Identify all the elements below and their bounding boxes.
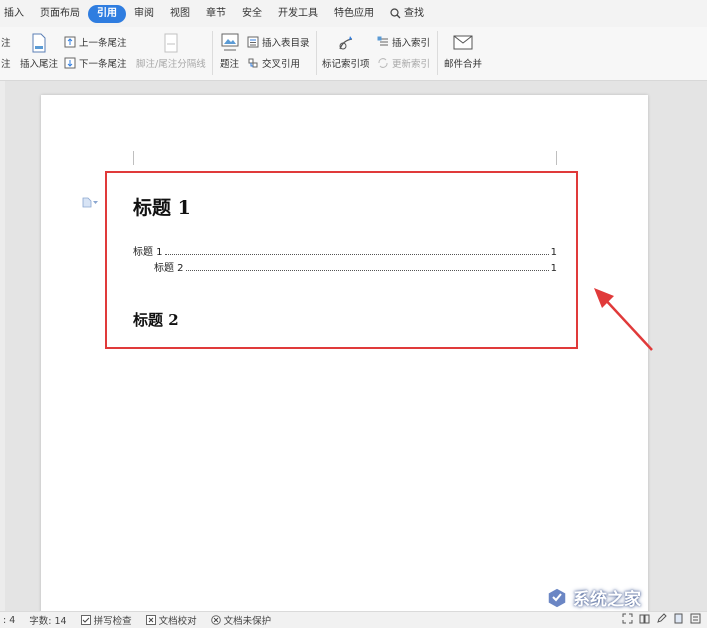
- reading-view-icon[interactable]: [639, 613, 650, 624]
- margin-mark-left: [133, 151, 134, 165]
- mark-index-icon: [339, 36, 352, 50]
- menu-insert[interactable]: 插入: [0, 5, 32, 23]
- menu-special-apps[interactable]: 特色应用: [326, 5, 382, 23]
- caption-label: 题注: [220, 59, 240, 70]
- margin-mark-right: [556, 151, 557, 165]
- ribbon-separator: [212, 31, 213, 75]
- menu-references[interactable]: 引用: [88, 4, 126, 23]
- fullscreen-icon[interactable]: [622, 613, 633, 624]
- update-index-label: 更新索引: [392, 59, 431, 70]
- annotation-arrow: [594, 288, 653, 351]
- search-label: 查找: [404, 7, 424, 19]
- insert-index-icon: [377, 36, 388, 46]
- insert-index-button[interactable]: 插入索引: [377, 35, 430, 49]
- prev-endnote-label: 上一条尾注: [79, 38, 127, 49]
- page-view-icon[interactable]: [673, 613, 684, 624]
- cross-reference-button[interactable]: 交叉引用: [247, 56, 300, 70]
- insert-table-toc-button[interactable]: 插入表目录: [247, 35, 310, 49]
- update-index-button[interactable]: 更新索引: [377, 56, 430, 70]
- cross-reference-icon: [248, 58, 258, 68]
- footnote-separator-label: 脚注/尾注分隔线: [136, 59, 206, 70]
- ribbon-cut-top[interactable]: 注: [1, 35, 11, 49]
- edit-icon[interactable]: [656, 613, 667, 624]
- ribbon-toolbar: 注 注 插入尾注 上一条尾注 下一条尾注 脚注/尾注分隔线 题注 插入表目录 交…: [0, 27, 707, 81]
- caption-button[interactable]: 题注: [220, 33, 239, 70]
- caption-icon: [221, 33, 238, 51]
- mail-merge-label: 邮件合并: [444, 59, 483, 70]
- cross-reference-label: 交叉引用: [262, 59, 301, 70]
- insert-endnote-label: 插入尾注: [20, 59, 59, 70]
- paragraph-handle[interactable]: [82, 197, 98, 208]
- status-bar: : 4 字数: 14 拼写检查 文档校对 文档未保护: [0, 611, 707, 628]
- table-toc-icon: [247, 36, 259, 48]
- status-page: : 4: [3, 614, 16, 626]
- watermark-logo: 系统之家: [545, 585, 641, 610]
- spell-check-button[interactable]: 拼写检查: [80, 613, 132, 627]
- ribbon-cut-bottom[interactable]: 注: [1, 56, 11, 70]
- menu-bar: 插入 页面布局 引用 审阅 视图 章节 安全 开发工具 特色应用 查找: [0, 0, 707, 27]
- chevron-down-icon: [93, 200, 98, 204]
- footnote-separator-button[interactable]: 脚注/尾注分隔线: [136, 33, 206, 70]
- checkbox-icon: [80, 615, 91, 625]
- proof-icon: [145, 615, 156, 625]
- ribbon-separator: [316, 31, 317, 75]
- update-index-icon: [378, 58, 388, 68]
- doc-proof-button[interactable]: 文档校对: [145, 613, 197, 627]
- status-word-count[interactable]: 字数: 14: [29, 613, 66, 627]
- menu-page-layout[interactable]: 页面布局: [32, 5, 88, 23]
- mail-icon: [453, 35, 473, 50]
- spell-check-label: 拼写检查: [93, 616, 132, 627]
- insert-index-label: 插入索引: [392, 38, 431, 49]
- unprotected-icon: [210, 615, 221, 625]
- menu-chapter[interactable]: 章节: [198, 5, 234, 23]
- next-endnote-icon: [64, 57, 76, 69]
- doc-proof-label: 文档校对: [158, 616, 197, 627]
- insert-table-toc-label: 插入表目录: [262, 38, 310, 49]
- menu-developer[interactable]: 开发工具: [270, 5, 326, 23]
- highlight-box: [105, 171, 578, 349]
- view-mode-buttons: [622, 613, 701, 624]
- prev-endnote-icon: [64, 36, 76, 48]
- endnote-icon: [32, 33, 46, 53]
- menu-security[interactable]: 安全: [234, 5, 270, 23]
- insert-endnote-button[interactable]: 插入尾注: [20, 33, 58, 70]
- logo-icon: [547, 586, 567, 609]
- prev-endnote-button[interactable]: 上一条尾注: [64, 35, 127, 49]
- watermark-text: 系统之家: [573, 590, 641, 610]
- menu-view[interactable]: 视图: [162, 5, 198, 23]
- separator-icon: [164, 33, 178, 53]
- mark-index-entry-label: 标记索引项: [322, 59, 370, 70]
- mail-merge-button[interactable]: 邮件合并: [444, 35, 482, 70]
- menu-review[interactable]: 审阅: [126, 5, 162, 23]
- ribbon-separator: [437, 31, 438, 75]
- doc-protection-button[interactable]: 文档未保护: [210, 613, 272, 627]
- next-endnote-button[interactable]: 下一条尾注: [64, 56, 127, 70]
- outline-view-icon[interactable]: [690, 613, 701, 624]
- next-endnote-label: 下一条尾注: [79, 59, 127, 70]
- doc-unprotected-label: 文档未保护: [223, 616, 272, 627]
- search-icon: [390, 8, 401, 19]
- menu-search[interactable]: 查找: [382, 5, 432, 23]
- document-icon: [82, 197, 92, 208]
- mark-index-entry-button[interactable]: 标记索引项: [322, 33, 370, 70]
